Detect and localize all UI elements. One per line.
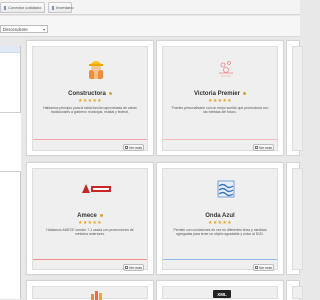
verified-icon	[242, 91, 246, 95]
page-icon	[254, 146, 258, 149]
document-icon	[4, 5, 6, 10]
left-panel-box	[0, 112, 21, 172]
onda-azul-logo-icon	[217, 180, 235, 198]
card-title: Constructora	[33, 91, 147, 97]
verified-icon	[108, 91, 112, 95]
card-body: XML	[162, 286, 278, 299]
product-card[interactable]	[286, 40, 303, 156]
tab-bar: Conector cotidiano Inventario	[0, 0, 300, 15]
page-icon	[254, 266, 258, 269]
sort-value: Descendente	[3, 26, 28, 32]
tab-label: Inventario	[56, 5, 74, 10]
card-description: Puedes personalizarlo con un mejor sueld…	[171, 106, 269, 115]
card-description: Hablamos principio para la tabla función…	[43, 106, 137, 115]
card-body	[32, 286, 148, 300]
card-title: Amece	[33, 213, 147, 219]
card-body: Onda Azul ★★★★★ Permite con condiciones …	[162, 168, 278, 271]
document-icon	[52, 5, 54, 10]
tab-conector[interactable]: Conector cotidiano	[0, 2, 45, 13]
worker-icon	[89, 61, 103, 79]
card-accent-bar	[163, 259, 277, 260]
view-more-button[interactable]: Ver más	[123, 264, 144, 271]
card-body: Amece ★★★★★ Hablamos AMECE versión 7.1 u…	[32, 168, 148, 271]
view-more-button[interactable]: Ver más	[253, 264, 274, 271]
verified-icon	[99, 213, 103, 217]
view-more-button[interactable]: Ver más	[253, 144, 274, 151]
left-panel	[0, 46, 21, 299]
product-card[interactable]	[26, 280, 154, 300]
product-card[interactable]: XML	[156, 280, 284, 300]
amece-logo-icon	[82, 184, 111, 193]
page-icon	[124, 266, 128, 269]
xml-logo: XML	[213, 290, 231, 298]
card-body: Victoria Premier ★★★★★ Puedes personaliz…	[162, 46, 278, 151]
bars-icon	[91, 291, 102, 300]
sort-select[interactable]: Descendente ▾	[0, 25, 48, 33]
product-card[interactable]: Constructora ★★★★★ Hablamos principio pa…	[26, 40, 154, 156]
card-accent-bar	[33, 139, 147, 140]
card-title: Victoria Premier	[163, 91, 277, 97]
card-accent-bar	[33, 259, 147, 260]
tab-label: Conector cotidiano	[8, 5, 42, 10]
tab-inventario[interactable]: Inventario	[48, 2, 74, 13]
product-card[interactable]: Victoria Premier ★★★★★ Puedes personaliz…	[156, 40, 284, 156]
card-body: Constructora ★★★★★ Hablamos principio pa…	[32, 46, 148, 151]
card-description: Hablamos AMECE versión 7.1 usada con pro…	[46, 228, 134, 237]
product-card[interactable]	[286, 280, 303, 300]
card-body	[292, 286, 303, 299]
product-card[interactable]: Amece ★★★★★ Hablamos AMECE versión 7.1 u…	[26, 162, 154, 275]
card-body	[292, 46, 303, 151]
rating-stars: ★★★★★	[78, 98, 102, 104]
view-more-button[interactable]: Ver más	[123, 144, 144, 151]
card-accent-bar	[163, 139, 277, 140]
chevron-down-icon: ▾	[42, 26, 45, 32]
product-card[interactable]: Onda Azul ★★★★★ Permite con condiciones …	[156, 162, 284, 275]
card-description: Permite con condiciones de vez en difere…	[173, 228, 267, 237]
fizz-icon	[219, 61, 233, 77]
page-icon	[124, 146, 128, 149]
card-title: Onda Azul	[205, 213, 235, 219]
product-card[interactable]	[286, 162, 303, 275]
rating-stars: ★★★★★	[208, 220, 232, 226]
sort-toolbar: Descendente ▾	[0, 16, 300, 37]
rating-stars: ★★★★★	[208, 98, 232, 104]
selected-item[interactable]	[0, 46, 20, 53]
rating-stars: ★★★★★	[78, 220, 102, 226]
card-body	[292, 168, 303, 270]
